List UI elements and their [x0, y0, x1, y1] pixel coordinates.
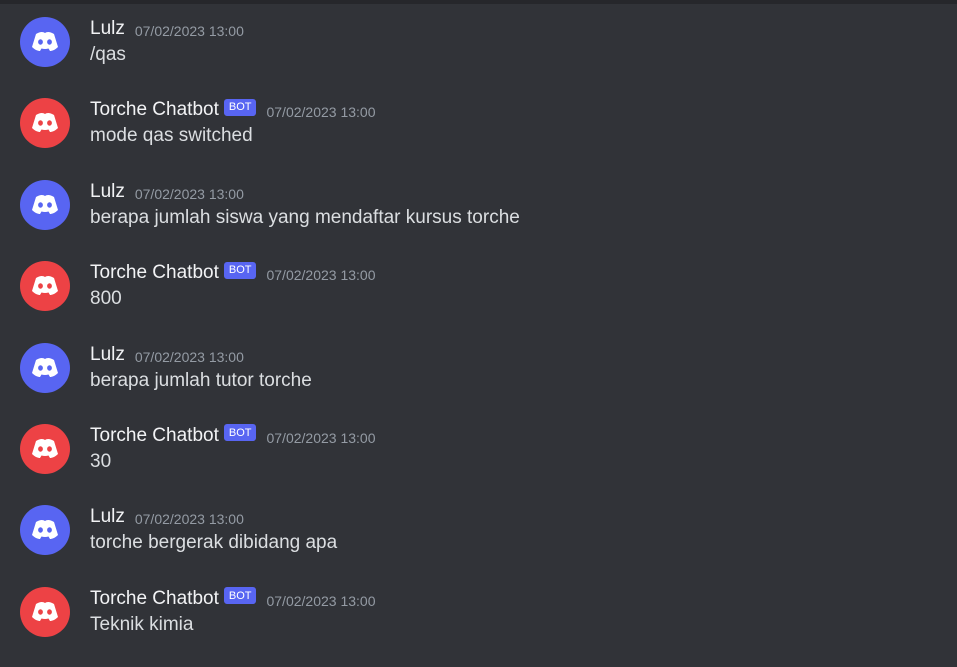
message-header: Torche Chatbot BOT 07/02/2023 13:00: [90, 97, 375, 123]
avatar[interactable]: [20, 261, 70, 312]
username[interactable]: Lulz: [90, 344, 125, 366]
username[interactable]: Lulz: [90, 18, 125, 40]
message-content: torche bergerak dibidang apa: [90, 532, 338, 554]
username[interactable]: Lulz: [90, 506, 125, 528]
message-item: Torche Chatbot BOT 07/02/2023 13:00 mode…: [0, 97, 957, 178]
discord-logo-icon: [30, 30, 60, 54]
message-header: Lulz 07/02/2023 13:00: [90, 16, 244, 42]
timestamp: 07/02/2023 13:00: [134, 23, 244, 39]
timestamp: 07/02/2023 13:00: [266, 267, 376, 284]
message-item: Lulz 07/02/2023 13:00 torche bergerak di…: [0, 504, 957, 585]
timestamp: 07/02/2023 13:00: [266, 592, 376, 609]
discord-logo-icon: [30, 437, 60, 461]
avatar[interactable]: [20, 98, 70, 149]
message-content: 800: [90, 288, 122, 310]
discord-logo-icon: [30, 193, 60, 217]
top-divider: [0, 0, 957, 4]
message-item: Torche Chatbot BOT 07/02/2023 13:00 Tekn…: [0, 586, 957, 667]
message-list: Lulz 07/02/2023 13:00 /qas Torche Chatbo…: [0, 16, 957, 667]
message-item: Lulz 07/02/2023 13:00 berapa jumlah sisw…: [0, 179, 957, 260]
message-header: Lulz 07/02/2023 13:00: [90, 179, 244, 205]
message-content: berapa jumlah siswa yang mendaftar kursu…: [90, 206, 520, 228]
message-content: Teknik kimia: [90, 613, 194, 635]
avatar[interactable]: [20, 179, 70, 230]
discord-logo-icon: [30, 600, 60, 624]
avatar[interactable]: [20, 505, 70, 556]
message-content: mode qas switched: [90, 125, 253, 147]
username[interactable]: Torche Chatbot: [90, 99, 219, 121]
message-header: Lulz 07/02/2023 13:00: [90, 504, 244, 530]
timestamp: 07/02/2023 13:00: [134, 348, 244, 365]
discord-logo-icon: [30, 356, 60, 380]
avatar[interactable]: [20, 586, 70, 637]
bot-badge: BOT: [223, 98, 257, 116]
username[interactable]: Torche Chatbot: [90, 588, 219, 610]
message-item: Lulz 07/02/2023 13:00 /qas: [0, 16, 957, 97]
message-content: 30: [90, 450, 112, 472]
message-item: Torche Chatbot BOT 07/02/2023 13:00 800: [0, 260, 957, 341]
message-header: Torche Chatbot BOT 07/02/2023 13:00: [90, 260, 375, 286]
avatar[interactable]: [20, 423, 70, 474]
timestamp: 07/02/2023 13:00: [134, 185, 244, 202]
discord-logo-icon: [30, 111, 60, 135]
username[interactable]: Torche Chatbot: [90, 262, 219, 284]
message-item: Lulz 07/02/2023 13:00 berapa jumlah tuto…: [0, 342, 957, 423]
discord-logo-icon: [30, 518, 60, 542]
message-content: berapa jumlah tutor torche: [90, 369, 312, 391]
message-header: Torche Chatbot BOT 07/02/2023 13:00: [90, 423, 375, 449]
bot-badge: BOT: [223, 587, 257, 605]
username[interactable]: Lulz: [90, 181, 125, 203]
message-header: Lulz 07/02/2023 13:00: [90, 342, 244, 368]
message-item: Torche Chatbot BOT 07/02/2023 13:00 30: [0, 423, 957, 504]
timestamp: 07/02/2023 13:00: [266, 104, 376, 121]
bot-badge: BOT: [223, 424, 257, 442]
timestamp: 07/02/2023 13:00: [134, 511, 244, 528]
avatar[interactable]: [20, 17, 70, 67]
avatar[interactable]: [20, 342, 70, 393]
bot-badge: BOT: [223, 261, 257, 279]
message-header: Torche Chatbot BOT 07/02/2023 13:00: [90, 586, 375, 612]
message-content: /qas: [90, 44, 126, 65]
discord-logo-icon: [30, 274, 60, 298]
timestamp: 07/02/2023 13:00: [266, 429, 376, 446]
username[interactable]: Torche Chatbot: [90, 425, 219, 447]
